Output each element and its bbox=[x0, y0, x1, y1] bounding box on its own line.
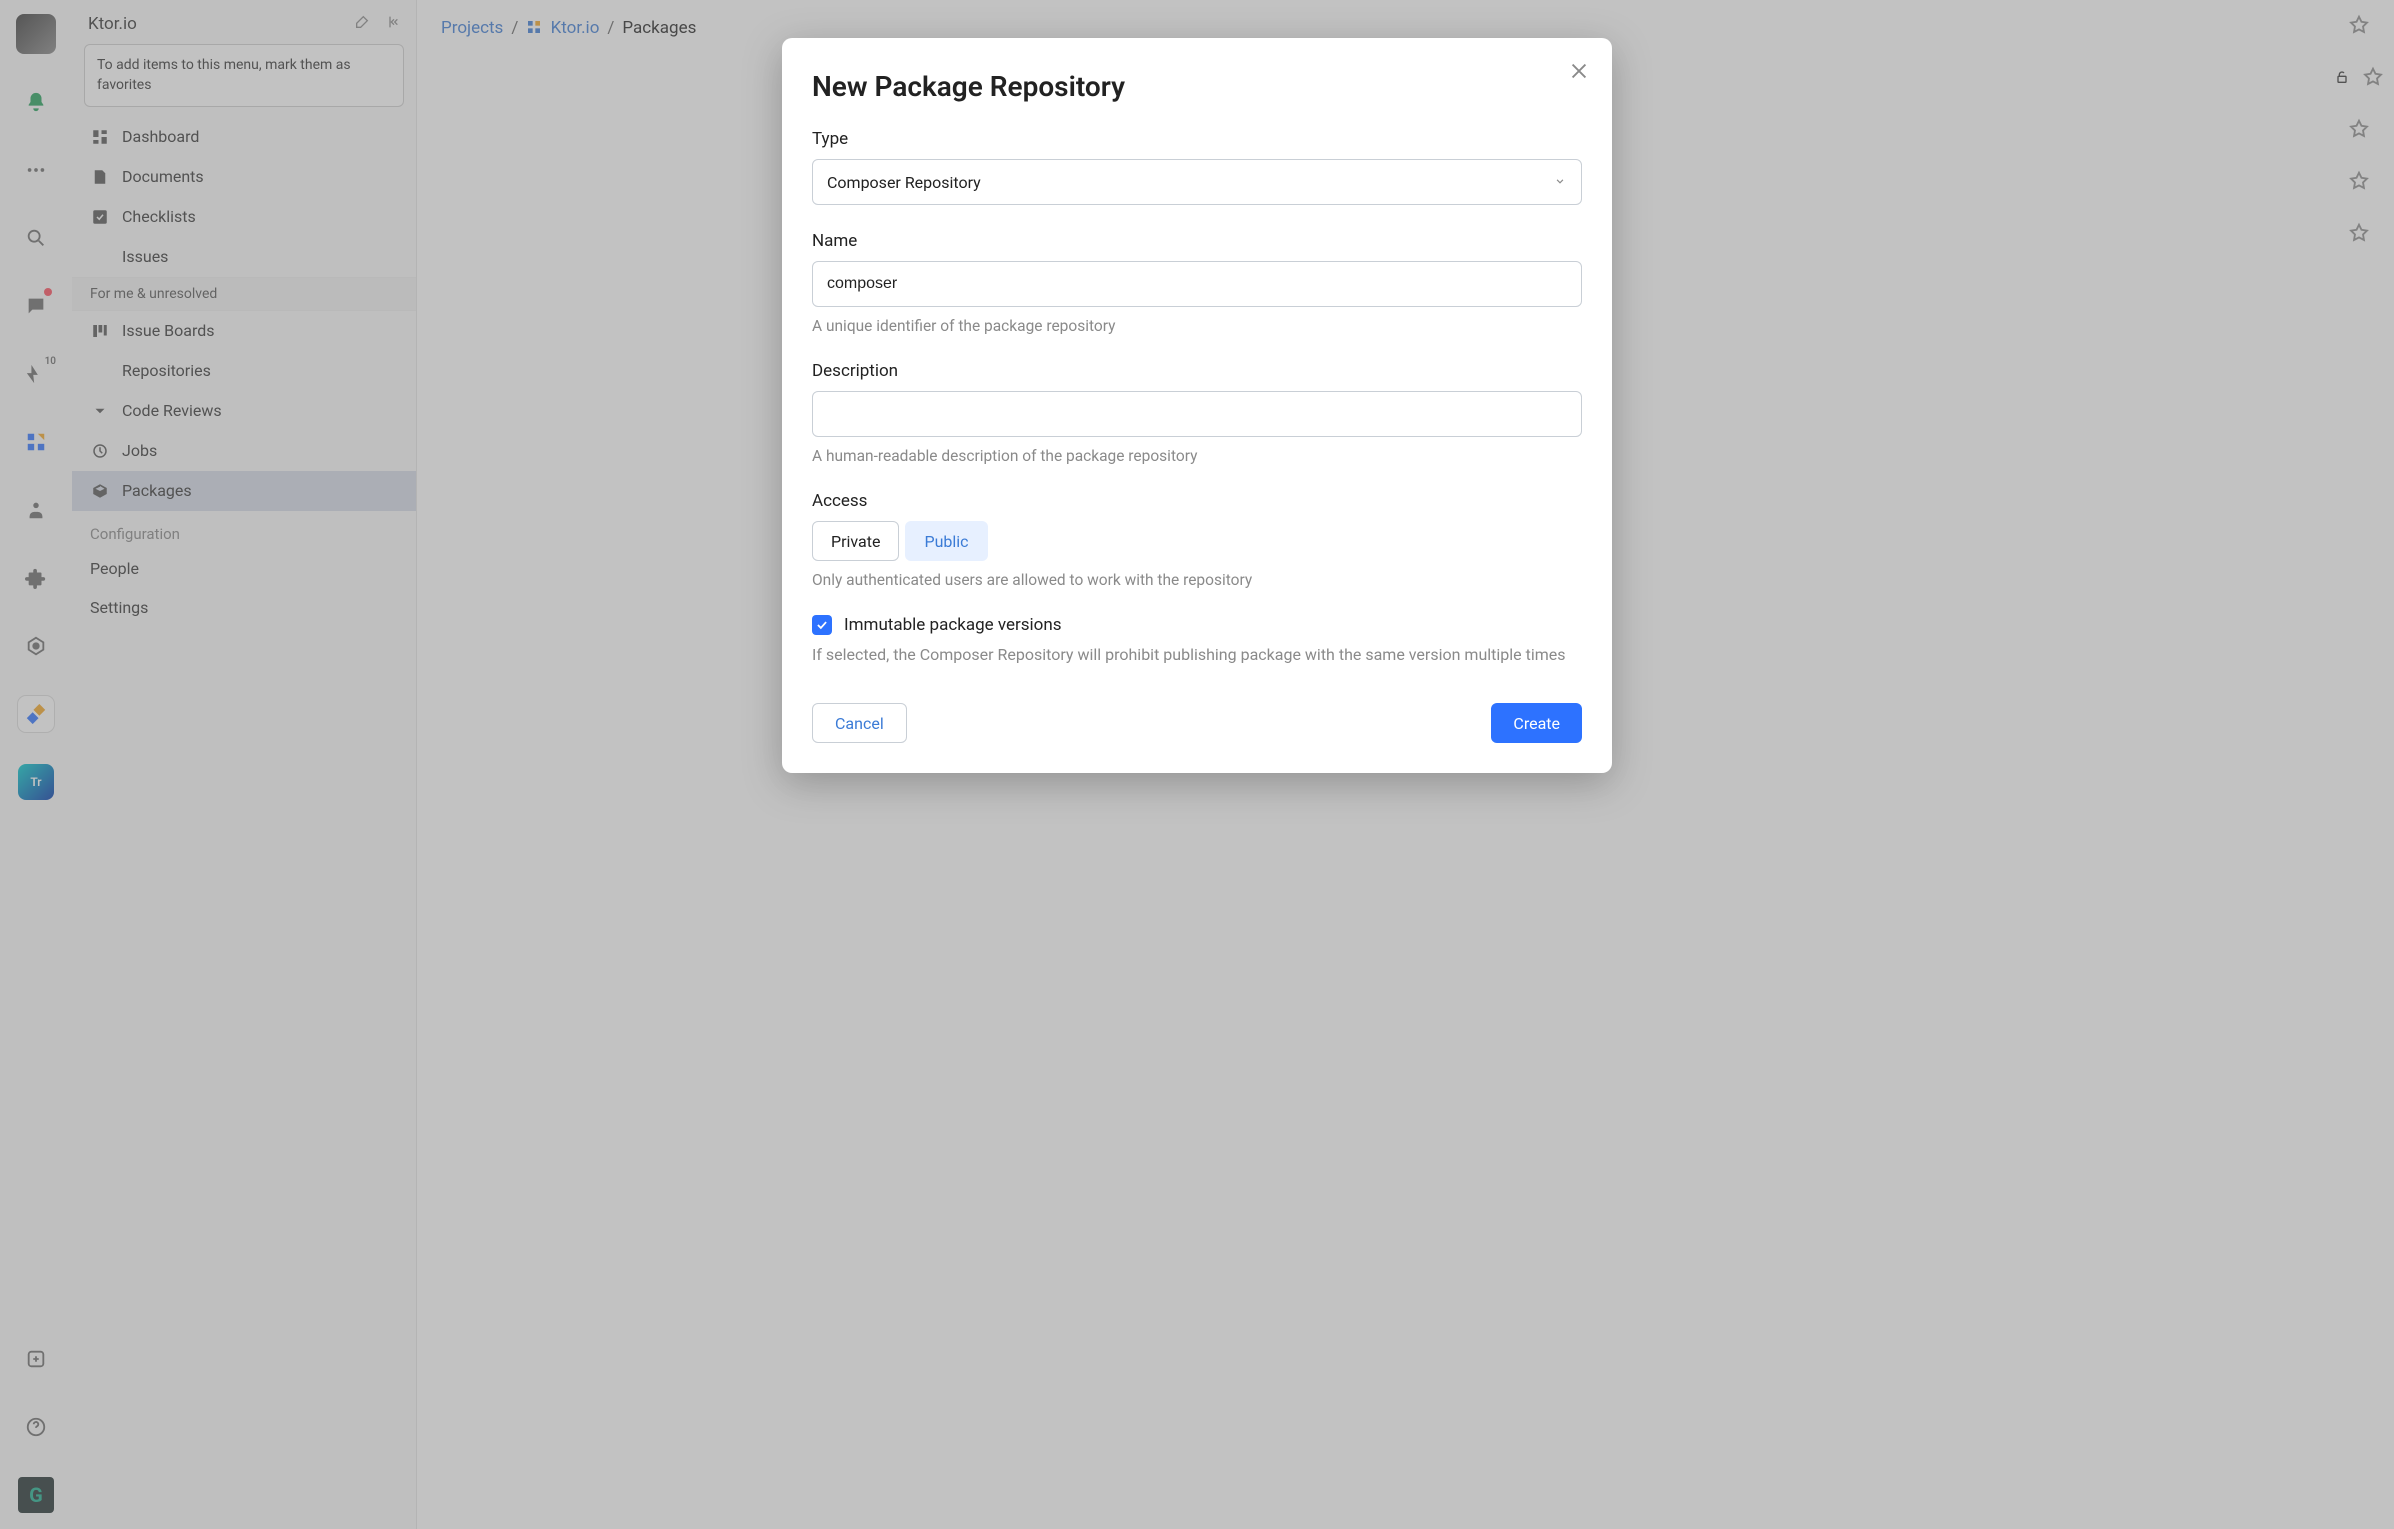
access-toggle: Private Public bbox=[812, 521, 988, 561]
field-access: Access Private Public Only authenticated… bbox=[812, 491, 1582, 589]
modal-title: New Package Repository bbox=[812, 70, 1582, 103]
name-input[interactable] bbox=[812, 261, 1582, 307]
name-helper: A unique identifier of the package repos… bbox=[812, 317, 1582, 335]
description-label: Description bbox=[812, 361, 1582, 381]
create-button[interactable]: Create bbox=[1491, 703, 1582, 743]
access-public-button[interactable]: Public bbox=[905, 521, 987, 561]
access-label: Access bbox=[812, 491, 1582, 511]
field-type: Type Composer Repository bbox=[812, 129, 1582, 205]
description-input[interactable] bbox=[812, 391, 1582, 437]
field-description: Description A human-readable description… bbox=[812, 361, 1582, 465]
modal-scrim[interactable]: New Package Repository Type Composer Rep… bbox=[0, 0, 2394, 1529]
type-select-value: Composer Repository bbox=[827, 173, 981, 192]
new-package-repo-modal: New Package Repository Type Composer Rep… bbox=[782, 38, 1612, 773]
type-select[interactable]: Composer Repository bbox=[812, 159, 1582, 205]
cancel-button[interactable]: Cancel bbox=[812, 703, 907, 743]
chevron-down-icon bbox=[1553, 173, 1567, 192]
access-private-button[interactable]: Private bbox=[812, 521, 899, 561]
name-label: Name bbox=[812, 231, 1582, 251]
modal-actions: Cancel Create bbox=[812, 703, 1582, 743]
close-icon[interactable] bbox=[1568, 60, 1590, 86]
access-helper: Only authenticated users are allowed to … bbox=[812, 571, 1582, 589]
immutable-checkbox[interactable] bbox=[812, 615, 832, 635]
description-helper: A human-readable description of the pack… bbox=[812, 447, 1582, 465]
field-name: Name A unique identifier of the package … bbox=[812, 231, 1582, 335]
type-label: Type bbox=[812, 129, 1582, 149]
immutable-helper: If selected, the Composer Repository wil… bbox=[812, 643, 1582, 667]
immutable-label: Immutable package versions bbox=[844, 615, 1062, 635]
field-immutable: Immutable package versions If selected, … bbox=[812, 615, 1582, 667]
